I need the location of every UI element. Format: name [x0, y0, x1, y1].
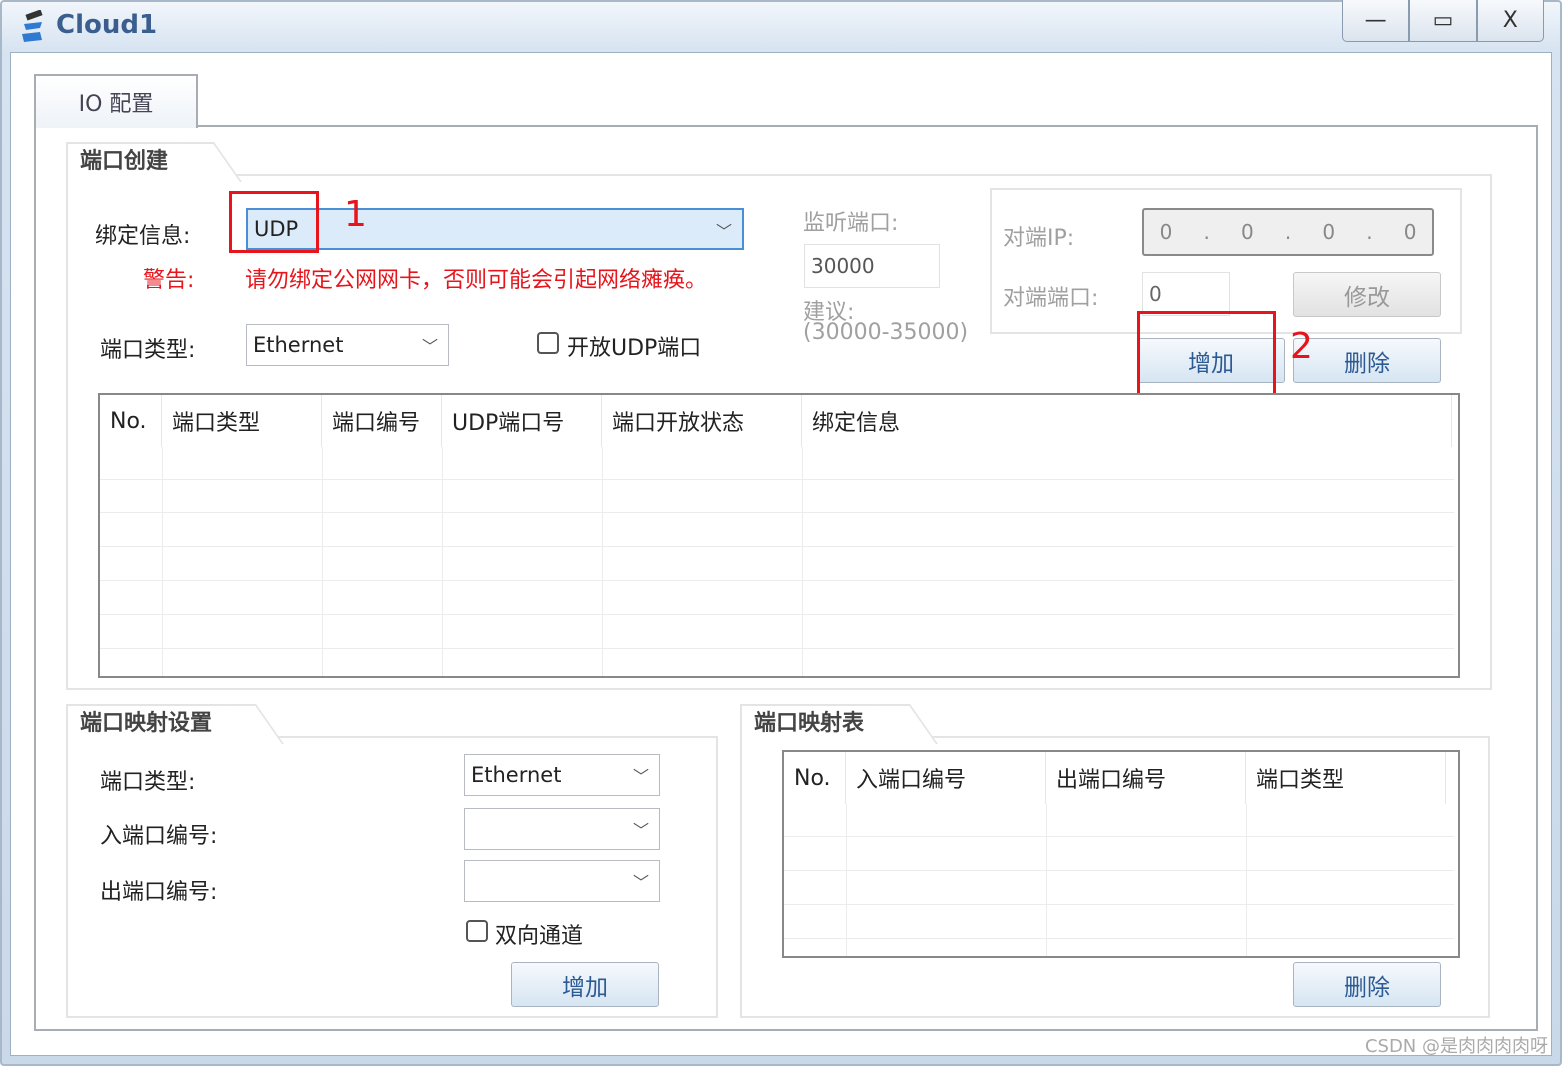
port-map-settings-title: 端口映射设置 — [66, 704, 248, 740]
port-map-table-title: 端口映射表 — [740, 704, 902, 740]
out-port-label: 出端口编号: — [100, 880, 218, 905]
peer-ip-input[interactable]: 0. 0. 0. 0 — [1142, 208, 1434, 256]
window-title: Cloud1 — [56, 10, 158, 40]
delete-mapping-button[interactable]: 删除 — [1293, 962, 1441, 1007]
ip-dot: . — [1366, 220, 1373, 244]
annotation-box-2 — [1137, 311, 1276, 403]
ip-octet: 0 — [1403, 220, 1417, 244]
col-header-no[interactable]: No. — [784, 752, 846, 804]
tab-io-config[interactable]: IO 配置 — [34, 74, 198, 128]
grid-line — [100, 580, 1454, 581]
map-port-type-value: Ethernet — [471, 763, 562, 787]
col-header-out-port[interactable]: 出端口编号 — [1046, 752, 1246, 804]
peer-port-label: 对端端口: — [1003, 286, 1099, 311]
close-button[interactable]: X — [1476, 0, 1544, 42]
port-map-table[interactable]: No. 入端口编号 出端口编号 端口类型 — [782, 750, 1460, 958]
port-type-select[interactable]: Ethernet ﹀ — [246, 324, 449, 366]
bidirectional-checkbox[interactable] — [466, 920, 488, 942]
grid-line — [100, 546, 1454, 547]
grid-line — [846, 804, 847, 956]
ip-dot: . — [1284, 220, 1292, 244]
chevron-down-icon: ﹀ — [421, 337, 438, 356]
col-header-open-state[interactable]: 端口开放状态 — [602, 395, 802, 447]
ip-dot: . — [1203, 220, 1210, 244]
col-header-udp-port[interactable]: UDP端口号 — [442, 395, 602, 447]
map-port-type-select[interactable]: Ethernet ﹀ — [464, 754, 660, 796]
bind-label: 绑定信息: — [95, 224, 191, 249]
minimize-button[interactable]: — — [1342, 0, 1410, 42]
listen-port-label: 监听端口: — [803, 211, 899, 236]
delete-port-button[interactable]: 删除 — [1293, 338, 1441, 383]
grid-line — [162, 447, 163, 676]
grid-line — [1246, 804, 1247, 956]
annotation-number-2: 2 — [1290, 326, 1313, 367]
watermark: CSDN @是肉肉肉肉呀 — [1364, 1036, 1548, 1057]
grid-line — [784, 938, 1454, 939]
peer-port-input[interactable]: 0 — [1142, 272, 1230, 316]
ip-octet: 0 — [1159, 220, 1173, 244]
grid-line — [784, 870, 1454, 871]
warning-label: 警告: — [143, 268, 195, 293]
port-create-title: 端口创建 — [66, 142, 206, 178]
cloud-app-icon — [22, 10, 43, 42]
port-table[interactable]: No. 端口类型 端口编号 UDP端口号 端口开放状态 绑定信息 — [98, 393, 1460, 678]
chevron-down-icon: ﹀ — [632, 821, 649, 840]
grid-line — [100, 512, 1454, 513]
grid-line — [602, 447, 603, 676]
map-port-type-label: 端口类型: — [100, 770, 196, 795]
out-port-select[interactable]: ﹀ — [464, 860, 660, 902]
maximize-button[interactable]: ▭ — [1409, 0, 1477, 42]
annotation-number-1: 1 — [344, 194, 367, 235]
warning-text: 请勿绑定公网网卡，否则可能会引起网络瘫痪。 — [245, 268, 708, 293]
window-controls: — ▭ X — [1342, 0, 1544, 42]
col-header-bind-info[interactable]: 绑定信息 — [802, 395, 1452, 447]
chevron-down-icon: ﹀ — [632, 767, 649, 786]
grid-line — [100, 479, 1454, 480]
open-udp-checkbox[interactable] — [537, 332, 559, 354]
open-udp-label: 开放UDP端口 — [567, 336, 702, 361]
bind-select[interactable]: UDP ﹀ — [246, 208, 744, 250]
add-mapping-button[interactable]: 增加 — [511, 962, 659, 1007]
annotation-box-1 — [229, 191, 319, 253]
col-header-port-type[interactable]: 端口类型 — [1246, 752, 1446, 804]
modify-button[interactable]: 修改 — [1293, 272, 1441, 317]
listen-port-input[interactable]: 30000 — [804, 244, 940, 288]
peer-ip-label: 对端IP: — [1003, 226, 1075, 251]
in-port-select[interactable]: ﹀ — [464, 808, 660, 850]
grid-line — [784, 904, 1454, 905]
ip-octet: 0 — [1240, 220, 1254, 244]
grid-line — [802, 447, 803, 676]
chevron-down-icon: ﹀ — [632, 873, 649, 892]
suggest-range: (30000-35000) — [803, 320, 969, 345]
col-header-in-port[interactable]: 入端口编号 — [846, 752, 1046, 804]
col-header-port-number[interactable]: 端口编号 — [322, 395, 442, 447]
grid-line — [322, 447, 323, 676]
port-type-value: Ethernet — [253, 333, 344, 357]
col-header-no[interactable]: No. — [100, 395, 162, 447]
chevron-down-icon: ﹀ — [715, 222, 732, 241]
grid-line — [442, 447, 443, 676]
port-type-label: 端口类型: — [100, 338, 196, 363]
bidirectional-label: 双向通道 — [495, 924, 584, 949]
ip-octet: 0 — [1322, 220, 1336, 244]
grid-line — [1046, 804, 1047, 956]
in-port-label: 入端口编号: — [100, 824, 218, 849]
col-header-port-type[interactable]: 端口类型 — [162, 395, 322, 447]
grid-line — [100, 614, 1454, 615]
grid-line — [784, 836, 1454, 837]
grid-line — [100, 648, 1454, 649]
